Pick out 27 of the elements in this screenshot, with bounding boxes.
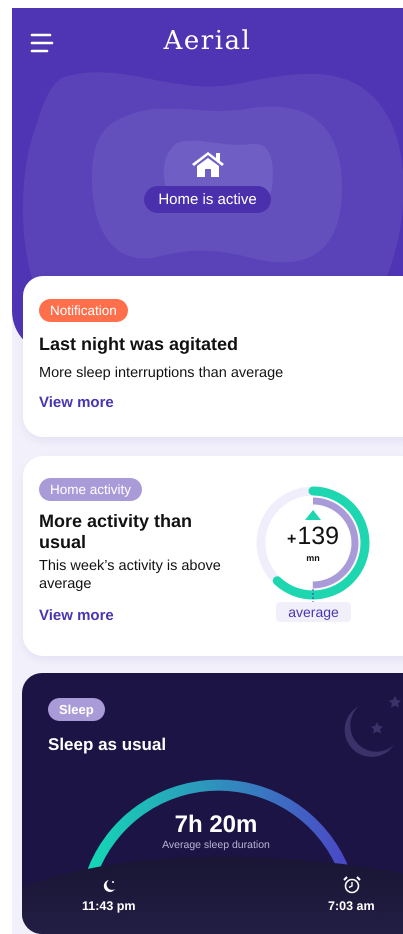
unit-label: mn bbox=[305, 552, 321, 563]
duration-label: Average sleep duration bbox=[161, 838, 271, 851]
activity-value: 139 bbox=[297, 522, 340, 551]
view-more-link[interactable]: View more bbox=[39, 394, 114, 411]
plus-sign: + bbox=[286, 530, 296, 549]
card-title: More activity than usual bbox=[39, 510, 194, 552]
card-title: Last night was agitated bbox=[39, 334, 238, 355]
sleep-duration: 7h 20m bbox=[174, 810, 258, 839]
card-text: More sleep interruptions than average bbox=[39, 364, 284, 382]
card-title: Sleep as usual bbox=[48, 734, 166, 755]
average-marker-line bbox=[312, 588, 314, 604]
category-badge: Home activity bbox=[39, 478, 142, 501]
moon-stars-drawing bbox=[344, 696, 401, 757]
view-more-link[interactable]: View more bbox=[39, 607, 114, 624]
status-pill: Home is active bbox=[144, 186, 271, 213]
moon-icon bbox=[102, 878, 116, 893]
wake-time: 7:03 am bbox=[328, 898, 375, 913]
up-triangle-icon bbox=[305, 510, 321, 520]
alarm-clock-icon bbox=[343, 876, 361, 894]
house-icon bbox=[190, 150, 226, 178]
card-text: This week’s activity is above average bbox=[39, 557, 222, 594]
average-label: average bbox=[276, 602, 351, 622]
menu-icon[interactable] bbox=[30, 33, 54, 53]
notification-badge: Notification bbox=[39, 298, 128, 322]
bedtime: 11:43 pm bbox=[82, 898, 136, 913]
sleep-badge: Sleep bbox=[48, 698, 105, 721]
app-logo: Aerial bbox=[164, 26, 252, 56]
